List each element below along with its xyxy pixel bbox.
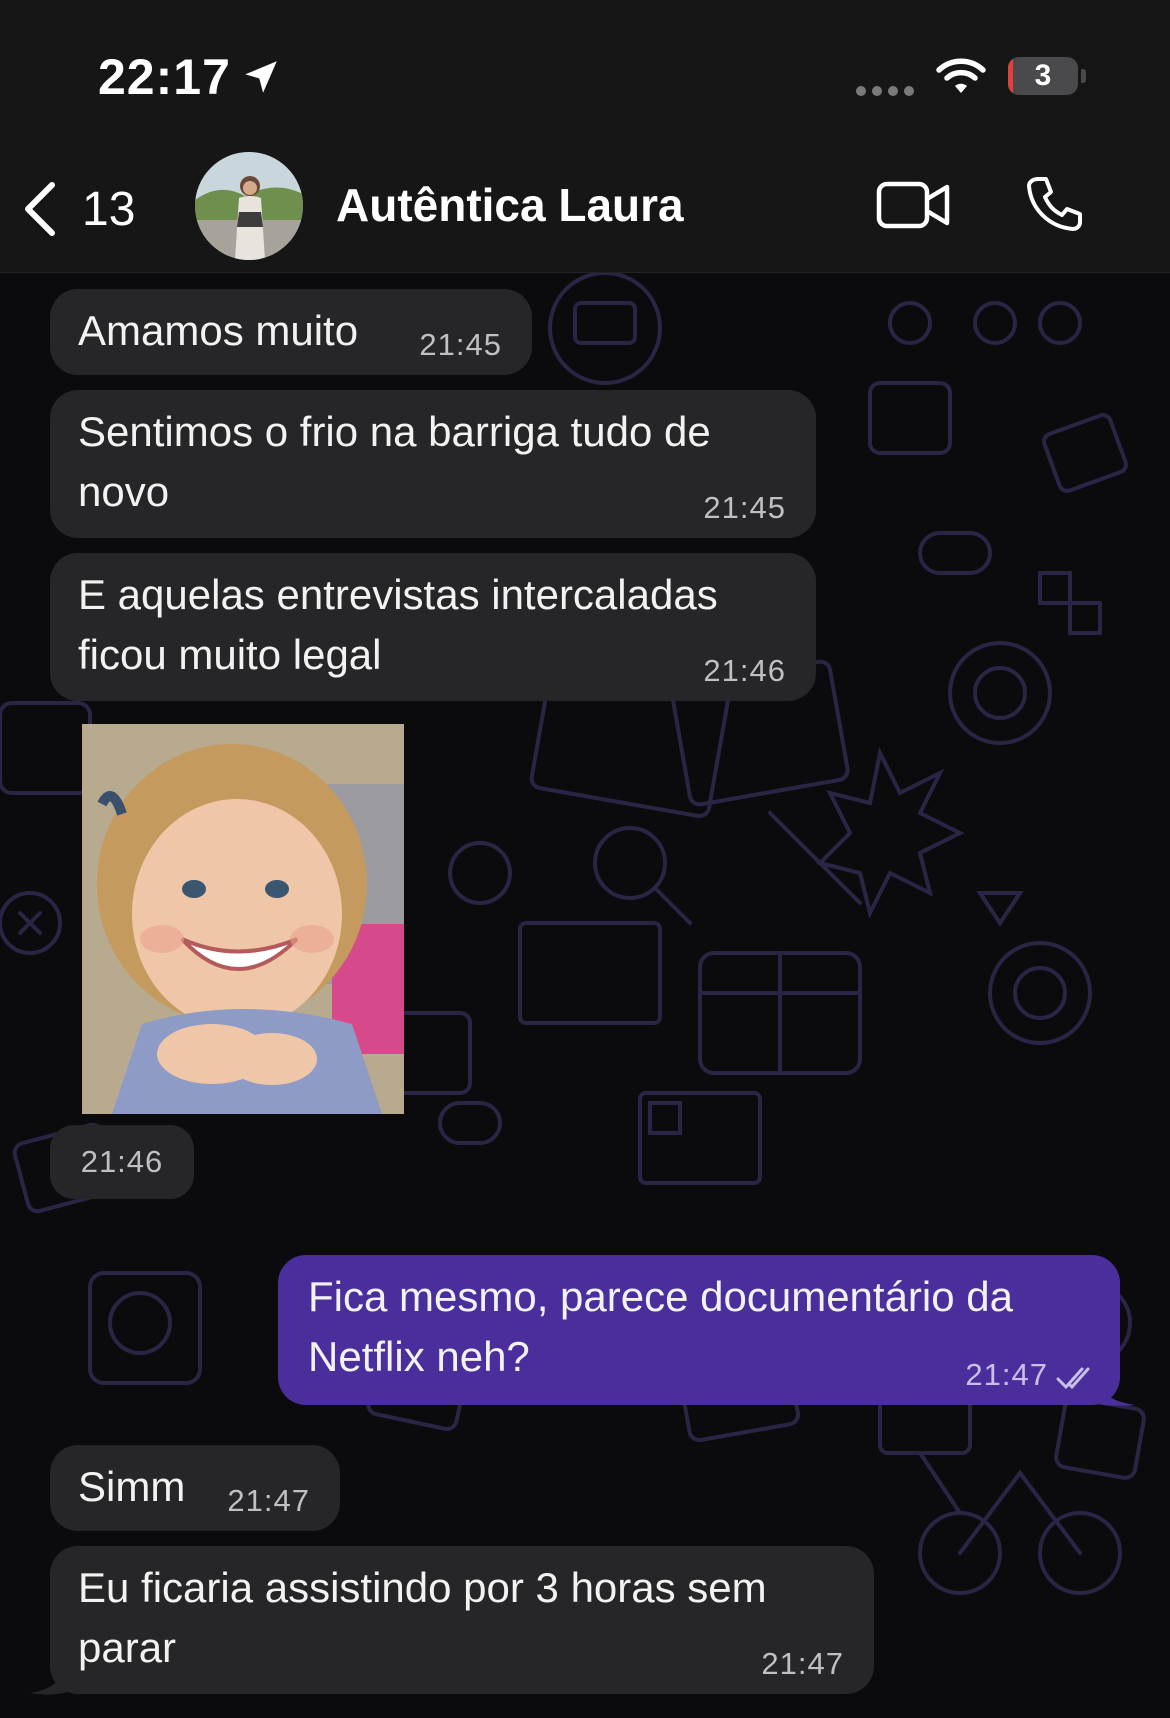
message-text: Amamos muito bbox=[78, 307, 359, 354]
message-text: Simm bbox=[78, 1463, 186, 1510]
message-text: Sentimos o frio na barriga tudo de novo bbox=[78, 408, 711, 515]
battery-tip bbox=[1081, 69, 1086, 83]
message-text: E aquelas entrevistas intercaladas ficou… bbox=[78, 571, 718, 678]
incoming-message[interactable]: Sentimos o frio na barriga tudo de novo … bbox=[50, 390, 816, 538]
contact-avatar[interactable] bbox=[195, 152, 303, 260]
message-time: 21:47 bbox=[965, 1357, 1048, 1392]
incoming-bubble-tail bbox=[30, 1663, 70, 1695]
video-call-icon[interactable] bbox=[876, 180, 950, 230]
status-bar: 22:17 3 bbox=[0, 0, 1170, 140]
message-time: 21:45 bbox=[703, 490, 786, 525]
incoming-message[interactable]: E aquelas entrevistas intercaladas ficou… bbox=[50, 553, 816, 701]
back-button[interactable]: 13 bbox=[20, 176, 135, 242]
photo-message-time: 21:46 bbox=[50, 1125, 194, 1199]
signal-icon bbox=[856, 86, 914, 96]
chevron-left-icon bbox=[25, 182, 55, 236]
message-time: 21:46 bbox=[703, 653, 786, 688]
contact-name[interactable]: Autêntica Laura bbox=[336, 178, 684, 232]
battery-level: 3 bbox=[1034, 59, 1052, 92]
photo-message[interactable] bbox=[82, 724, 404, 1114]
wifi-icon bbox=[936, 58, 986, 93]
message-text: Eu ficaria assistindo por 3 horas sem pa… bbox=[78, 1564, 767, 1671]
battery-icon: 3 bbox=[1008, 57, 1078, 95]
message-time: 21:47 bbox=[761, 1646, 844, 1681]
message-time: 21:45 bbox=[419, 327, 502, 362]
phone-icon[interactable] bbox=[1024, 174, 1084, 234]
outgoing-message[interactable]: Fica mesmo, parece documentário da Netfl… bbox=[278, 1255, 1120, 1405]
incoming-message[interactable]: Amamos muito 21:45 bbox=[50, 289, 532, 375]
unread-count: 13 bbox=[82, 182, 136, 236]
location-arrow-icon bbox=[245, 61, 277, 93]
incoming-message[interactable]: Eu ficaria assistindo por 3 horas sem pa… bbox=[50, 1546, 874, 1694]
outgoing-bubble-tail bbox=[1090, 1373, 1136, 1406]
chat-header: 13 Autêntica Laura bbox=[0, 140, 1170, 273]
chat-area[interactable]: Amamos muito 21:45 Sentimos o frio na ba… bbox=[0, 273, 1170, 1718]
message-text: Fica mesmo, parece documentário da Netfl… bbox=[308, 1273, 1013, 1380]
status-time: 22:17 bbox=[98, 49, 231, 105]
incoming-message[interactable]: Simm 21:47 bbox=[50, 1445, 340, 1531]
message-time: 21:47 bbox=[227, 1483, 310, 1518]
